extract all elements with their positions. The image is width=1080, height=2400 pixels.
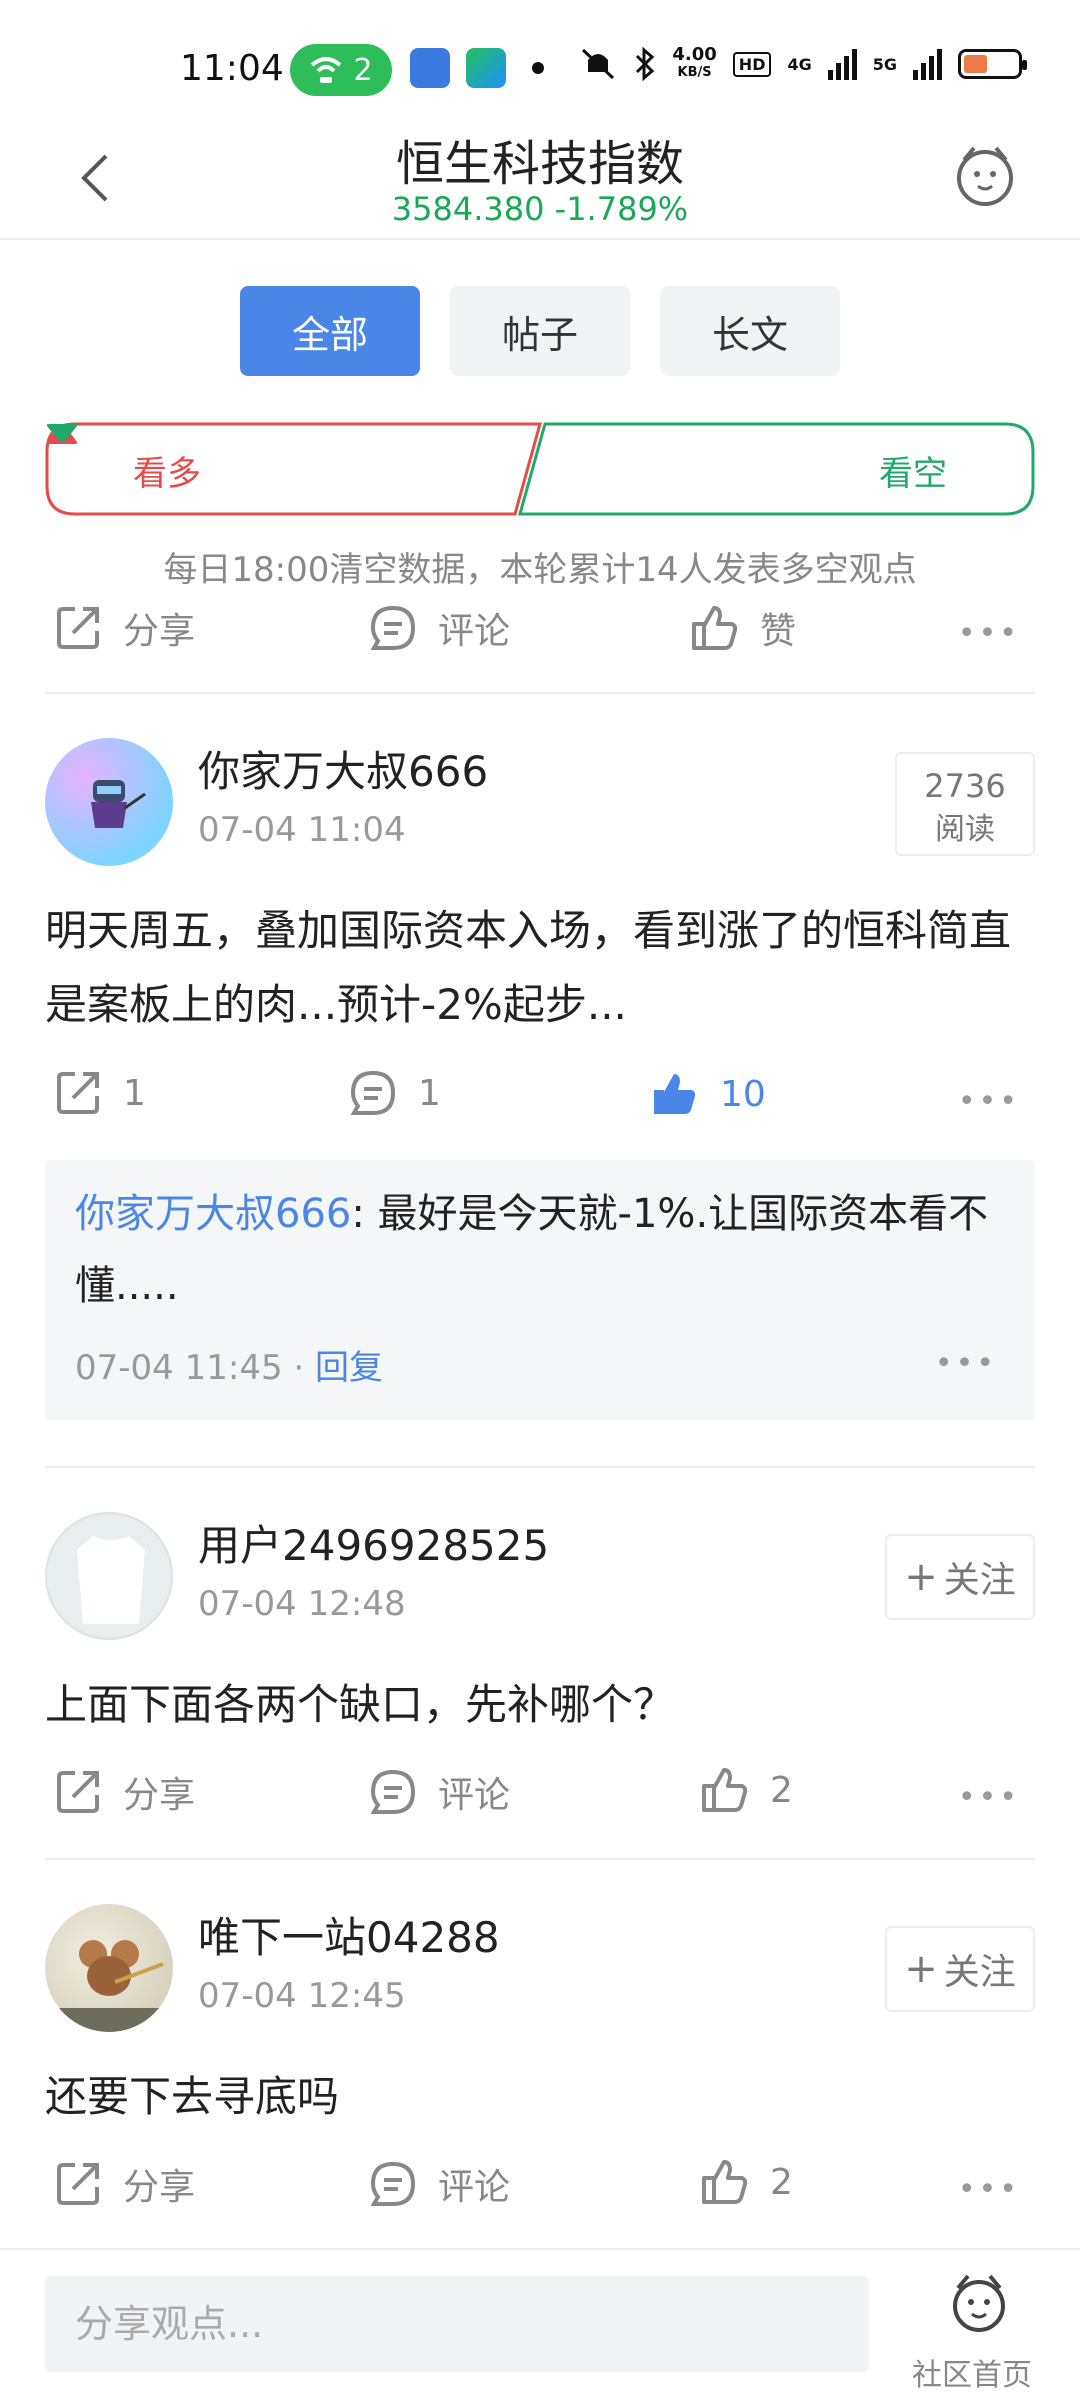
share-icon bbox=[57, 1771, 99, 1813]
more-options-icon[interactable]: ••• bbox=[958, 2172, 1020, 2207]
network-4g-label: 4G bbox=[787, 54, 812, 74]
thumbs-up-icon bbox=[702, 1768, 748, 1812]
comment-button[interactable]: 评论 bbox=[370, 1766, 510, 1818]
notification-video-icon bbox=[466, 48, 506, 88]
vote-note: 每日18:00清空数据，本轮累计14人发表多空观点 bbox=[163, 550, 917, 590]
username[interactable]: 用户2496928525 bbox=[198, 1512, 549, 1573]
hd-badge: HD bbox=[732, 51, 772, 77]
follow-button[interactable]: + 关注 bbox=[885, 1534, 1035, 1620]
avatar[interactable] bbox=[45, 1904, 173, 2032]
post-action-row: 分享 评论 2 ••• bbox=[0, 2158, 1080, 2218]
username[interactable]: 唯下一站04288 bbox=[198, 1904, 500, 1965]
share-opinion-input[interactable]: 分享观点... bbox=[45, 2276, 869, 2372]
page-title: 恒生科技指数 bbox=[395, 136, 684, 192]
tab-articles[interactable]: 长文 bbox=[660, 286, 840, 376]
more-options-icon[interactable]: ••• bbox=[958, 1780, 1020, 1815]
comment-icon bbox=[370, 2161, 416, 2206]
tab-posts[interactable]: 帖子 bbox=[450, 286, 630, 376]
community-home-icon[interactable] bbox=[944, 2268, 1014, 2338]
bear-label[interactable]: 看空 bbox=[879, 446, 947, 495]
network-speed: 4.00 KB/S bbox=[672, 44, 717, 81]
post-content[interactable]: 上面下面各两个缺口，先补哪个？ bbox=[45, 1668, 1035, 1742]
header-action-row: 分享 评论 赞 ••• bbox=[0, 602, 1080, 662]
more-options-icon[interactable]: ••• bbox=[958, 616, 1020, 651]
read-count-badge: 2736 阅读 bbox=[895, 752, 1035, 856]
share-icon bbox=[57, 1072, 99, 1114]
reply-box[interactable]: 你家万大叔666: 最好是今天就-1%.让国际资本看不懂..... 07-04 … bbox=[45, 1160, 1035, 1420]
comment-button[interactable]: 评论 bbox=[370, 2158, 510, 2210]
like-button[interactable]: 10 bbox=[650, 1070, 766, 1118]
like-button[interactable]: 赞 bbox=[690, 602, 796, 654]
thumbs-up-icon bbox=[702, 2160, 748, 2204]
share-button[interactable]: 分享 bbox=[55, 2158, 195, 2210]
comment-icon bbox=[370, 605, 416, 650]
notification-dot-icon bbox=[532, 62, 544, 74]
follow-button[interactable]: + 关注 bbox=[885, 1926, 1035, 2012]
more-options-icon[interactable]: ••• bbox=[935, 1346, 997, 1381]
default-avatar-icon bbox=[77, 1536, 145, 1624]
hotspot-indicator: 2 bbox=[290, 44, 392, 96]
bear-triangle-icon bbox=[46, 424, 78, 442]
plus-icon: + bbox=[904, 1946, 938, 1992]
filter-tabs: 全部 帖子 长文 bbox=[0, 286, 1080, 376]
reply-link[interactable]: 回复 bbox=[315, 1348, 383, 1388]
bull-bear-vote: 看多 看空 bbox=[45, 422, 1035, 516]
divider bbox=[45, 1858, 1035, 1860]
signal-4g-icon bbox=[827, 48, 857, 80]
post-content[interactable]: 还要下去寻底吗 bbox=[45, 2060, 1035, 2134]
wifi-hotspot-icon bbox=[311, 57, 342, 83]
index-quote: 3584.380 -1.789% bbox=[391, 190, 689, 228]
notification-app-icon bbox=[410, 48, 450, 88]
thumbs-up-filled-icon bbox=[654, 1074, 696, 1114]
share-button[interactable]: 分享 bbox=[55, 602, 195, 654]
community-home-label[interactable]: 社区首页 bbox=[912, 2350, 1032, 2394]
like-button[interactable]: 2 bbox=[700, 2158, 793, 2206]
bull-label[interactable]: 看多 bbox=[133, 446, 201, 495]
post-action-row: 1 1 10 ••• bbox=[0, 1070, 1080, 1130]
avatar-character-icon bbox=[91, 780, 146, 828]
divider bbox=[45, 1466, 1035, 1468]
divider bbox=[45, 692, 1035, 694]
more-options-icon[interactable]: ••• bbox=[958, 1084, 1020, 1119]
network-5g-label: 5G bbox=[872, 54, 897, 74]
username[interactable]: 你家万大叔666 bbox=[198, 738, 488, 799]
avatar[interactable] bbox=[45, 1512, 173, 1640]
reply-text: 你家万大叔666: 最好是今天就-1%.让国际资本看不懂..... bbox=[75, 1191, 989, 1309]
bottom-bar: 分享观点... 社区首页 bbox=[0, 2248, 1080, 2400]
share-button[interactable]: 1 bbox=[55, 1070, 146, 1116]
share-button[interactable]: 分享 bbox=[55, 1766, 195, 1818]
share-icon bbox=[57, 607, 99, 649]
tab-all[interactable]: 全部 bbox=[240, 286, 420, 376]
avatar[interactable] bbox=[45, 738, 173, 866]
post-time: 07-04 12:48 bbox=[198, 1584, 406, 1624]
signal-5g-icon bbox=[913, 48, 942, 80]
post-time: 07-04 12:45 bbox=[198, 1976, 406, 2016]
bull-button[interactable] bbox=[45, 422, 542, 516]
post-time: 07-04 11:04 bbox=[198, 810, 406, 850]
comment-icon bbox=[370, 1769, 416, 1814]
comment-icon bbox=[350, 1070, 396, 1115]
share-icon bbox=[57, 2163, 99, 2205]
reply-meta: 07-04 11:45 · 回复 bbox=[75, 1348, 384, 1388]
mascot-icon[interactable] bbox=[950, 140, 1020, 210]
comment-button[interactable]: 1 bbox=[350, 1070, 441, 1116]
like-button[interactable]: 2 bbox=[700, 1766, 793, 1814]
post-action-row: 分享 评论 2 ••• bbox=[0, 1766, 1080, 1826]
page-header: 恒生科技指数 3584.380 -1.789% bbox=[0, 110, 1080, 240]
thumbs-up-icon bbox=[692, 606, 738, 650]
bear-button[interactable] bbox=[518, 422, 1035, 516]
battery-icon bbox=[958, 49, 1027, 79]
reply-username[interactable]: 你家万大叔666 bbox=[75, 1191, 351, 1237]
comment-button[interactable]: 评论 bbox=[370, 602, 510, 654]
post-content[interactable]: 明天周五，叠加国际资本入场，看到涨了的恒科简直是案板上的肉...预计-2%起步.… bbox=[45, 894, 1035, 1042]
hotspot-count: 2 bbox=[353, 52, 373, 88]
cartoon-mouse-avatar-icon bbox=[45, 1940, 173, 2032]
mute-vibrate-icon bbox=[582, 48, 615, 80]
status-bar: 11:04 2 4.00 KB/S HD 4G 5G bbox=[0, 0, 1080, 110]
plus-icon: + bbox=[904, 1554, 938, 1600]
bluetooth-icon bbox=[636, 47, 655, 81]
status-time: 11:04 bbox=[180, 48, 284, 89]
